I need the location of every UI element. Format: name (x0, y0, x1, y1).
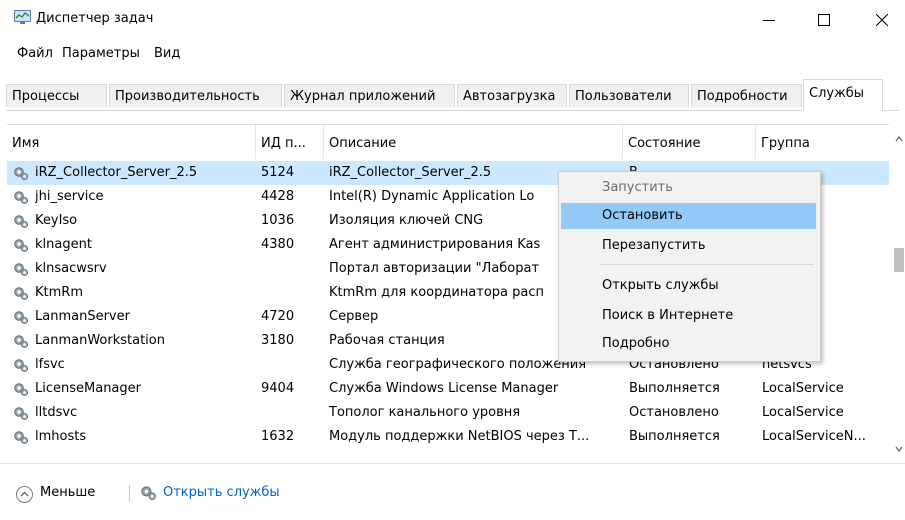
collapse-button[interactable] (16, 486, 33, 503)
fewer-details-label[interactable]: Меньше (40, 485, 95, 500)
service-gear-icon (14, 335, 28, 348)
cell-pid: 3180 (261, 333, 295, 348)
service-gear-icon (14, 239, 28, 252)
service-gear-icon (14, 287, 28, 300)
cell-name: lfsvc (35, 357, 65, 372)
maximize-icon (818, 14, 830, 26)
task-manager-icon (14, 10, 31, 24)
tab-startup[interactable]: Автозагрузка (457, 84, 567, 107)
cell-name: lmhosts (35, 429, 87, 444)
cell-description: Модуль поддержки NetBIOS через Т... (329, 429, 590, 444)
tab-app-history[interactable]: Журнал приложений (284, 84, 455, 107)
cell-status: Выполняется (629, 429, 720, 444)
maximize-button[interactable] (801, 0, 847, 40)
footer-divider (129, 485, 130, 502)
cell-name: LicenseManager (35, 381, 141, 396)
scroll-down-icon[interactable] (893, 442, 905, 456)
title-bar: Диспетчер задач (0, 0, 905, 40)
context-menu: Запустить Остановить Перезапустить Откры… (558, 171, 821, 362)
window-title: Диспетчер задач (36, 11, 154, 26)
service-gear-icon (14, 311, 28, 324)
cell-name: lltdsvc (35, 405, 78, 420)
open-services-link[interactable]: Открыть службы (163, 485, 280, 500)
cell-pid (261, 401, 321, 425)
menu-options[interactable]: Параметры (62, 46, 140, 61)
vertical-scrollbar[interactable] (893, 124, 905, 463)
table-row[interactable]: lltdsvc Тополог канального уровня Остановл… (7, 401, 889, 425)
cell-group: LocalService (762, 381, 844, 396)
menu-item-start[interactable]: Запустить (561, 175, 816, 201)
cell-name: KeyIso (35, 213, 78, 228)
service-gear-icon (14, 263, 28, 276)
cell-pid: 1036 (261, 213, 295, 228)
sort-ascending-icon: ︿ (71, 125, 82, 131)
cell-name: iRZ_Collector_Server_2.5 (35, 165, 198, 180)
cell-pid (261, 353, 321, 377)
cell-status: Остановлено (629, 405, 719, 420)
column-header-status[interactable]: Состояние (623, 125, 756, 159)
table-row[interactable]: LicenseManager 9404 Служба Windows License… (7, 377, 889, 401)
cell-pid: 1632 (261, 429, 295, 444)
cell-group: LocalService (762, 405, 844, 420)
menu-file[interactable]: Файл (17, 46, 53, 61)
service-gear-icon (14, 431, 28, 444)
tab-services[interactable]: Службы (803, 79, 883, 111)
close-icon (876, 14, 888, 26)
cell-name: KtmRm (35, 285, 83, 300)
minimize-icon (763, 20, 775, 21)
menu-item-details[interactable]: Подробно (561, 331, 816, 357)
close-button[interactable] (859, 0, 905, 40)
column-header-description[interactable]: Описание (324, 125, 623, 159)
column-header-name[interactable]: ︿ Имя (7, 125, 256, 159)
cell-pid (261, 257, 321, 281)
chevron-up-icon (20, 491, 29, 497)
service-gear-icon (14, 407, 28, 420)
service-gear-icon (14, 383, 28, 396)
cell-status: Выполняется (629, 381, 720, 396)
cell-pid: 5124 (261, 165, 295, 180)
cell-group: LocalServiceN... (762, 429, 866, 444)
minimize-button[interactable] (746, 0, 792, 40)
scroll-up-icon[interactable] (893, 132, 905, 146)
table-row[interactable]: lmhosts 1632 Модуль поддержки NetBIOS чере… (7, 425, 889, 449)
menu-item-stop[interactable]: Остановить (561, 203, 816, 229)
menu-view[interactable]: Вид (154, 46, 180, 61)
cell-name: klnsacwsrv (35, 261, 107, 276)
tab-users[interactable]: Пользователи (569, 84, 689, 107)
cell-description: Тополог канального уровня (329, 405, 521, 420)
tab-strip: Процессы Производительность Журнал прило… (6, 79, 899, 111)
menu-item-open-services[interactable]: Открыть службы (561, 273, 816, 299)
cell-pid: 9404 (261, 381, 295, 396)
services-gear-icon (141, 486, 156, 500)
cell-name: LanmanServer (35, 309, 130, 324)
menu-item-restart[interactable]: Перезапустить (561, 233, 816, 259)
tab-performance[interactable]: Производительность (109, 84, 282, 107)
column-header-group[interactable]: Группа (756, 125, 889, 159)
tab-details[interactable]: Подробности (691, 84, 802, 107)
column-header-pid[interactable]: ИД п... (256, 125, 324, 159)
service-gear-icon (14, 359, 28, 372)
service-gear-icon (14, 215, 28, 228)
service-gear-icon (14, 191, 28, 204)
cell-name: LanmanWorkstation (35, 333, 165, 348)
menu-separator (599, 264, 814, 265)
cell-name: klnagent (35, 237, 92, 252)
cell-description: Служба Windows License Manager (329, 381, 559, 396)
footer-bar: Меньше Открыть службы (0, 463, 905, 520)
tab-processes[interactable]: Процессы (6, 84, 107, 107)
service-gear-icon (14, 167, 28, 180)
cell-name: jhi_service (35, 189, 104, 204)
cell-pid (261, 281, 321, 305)
scrollbar-thumb[interactable] (894, 248, 904, 272)
menu-item-search-online[interactable]: Поиск в Интернете (561, 303, 816, 329)
cell-pid: 4380 (261, 237, 295, 252)
cell-pid: 4720 (261, 309, 295, 324)
cell-pid: 4428 (261, 189, 295, 204)
